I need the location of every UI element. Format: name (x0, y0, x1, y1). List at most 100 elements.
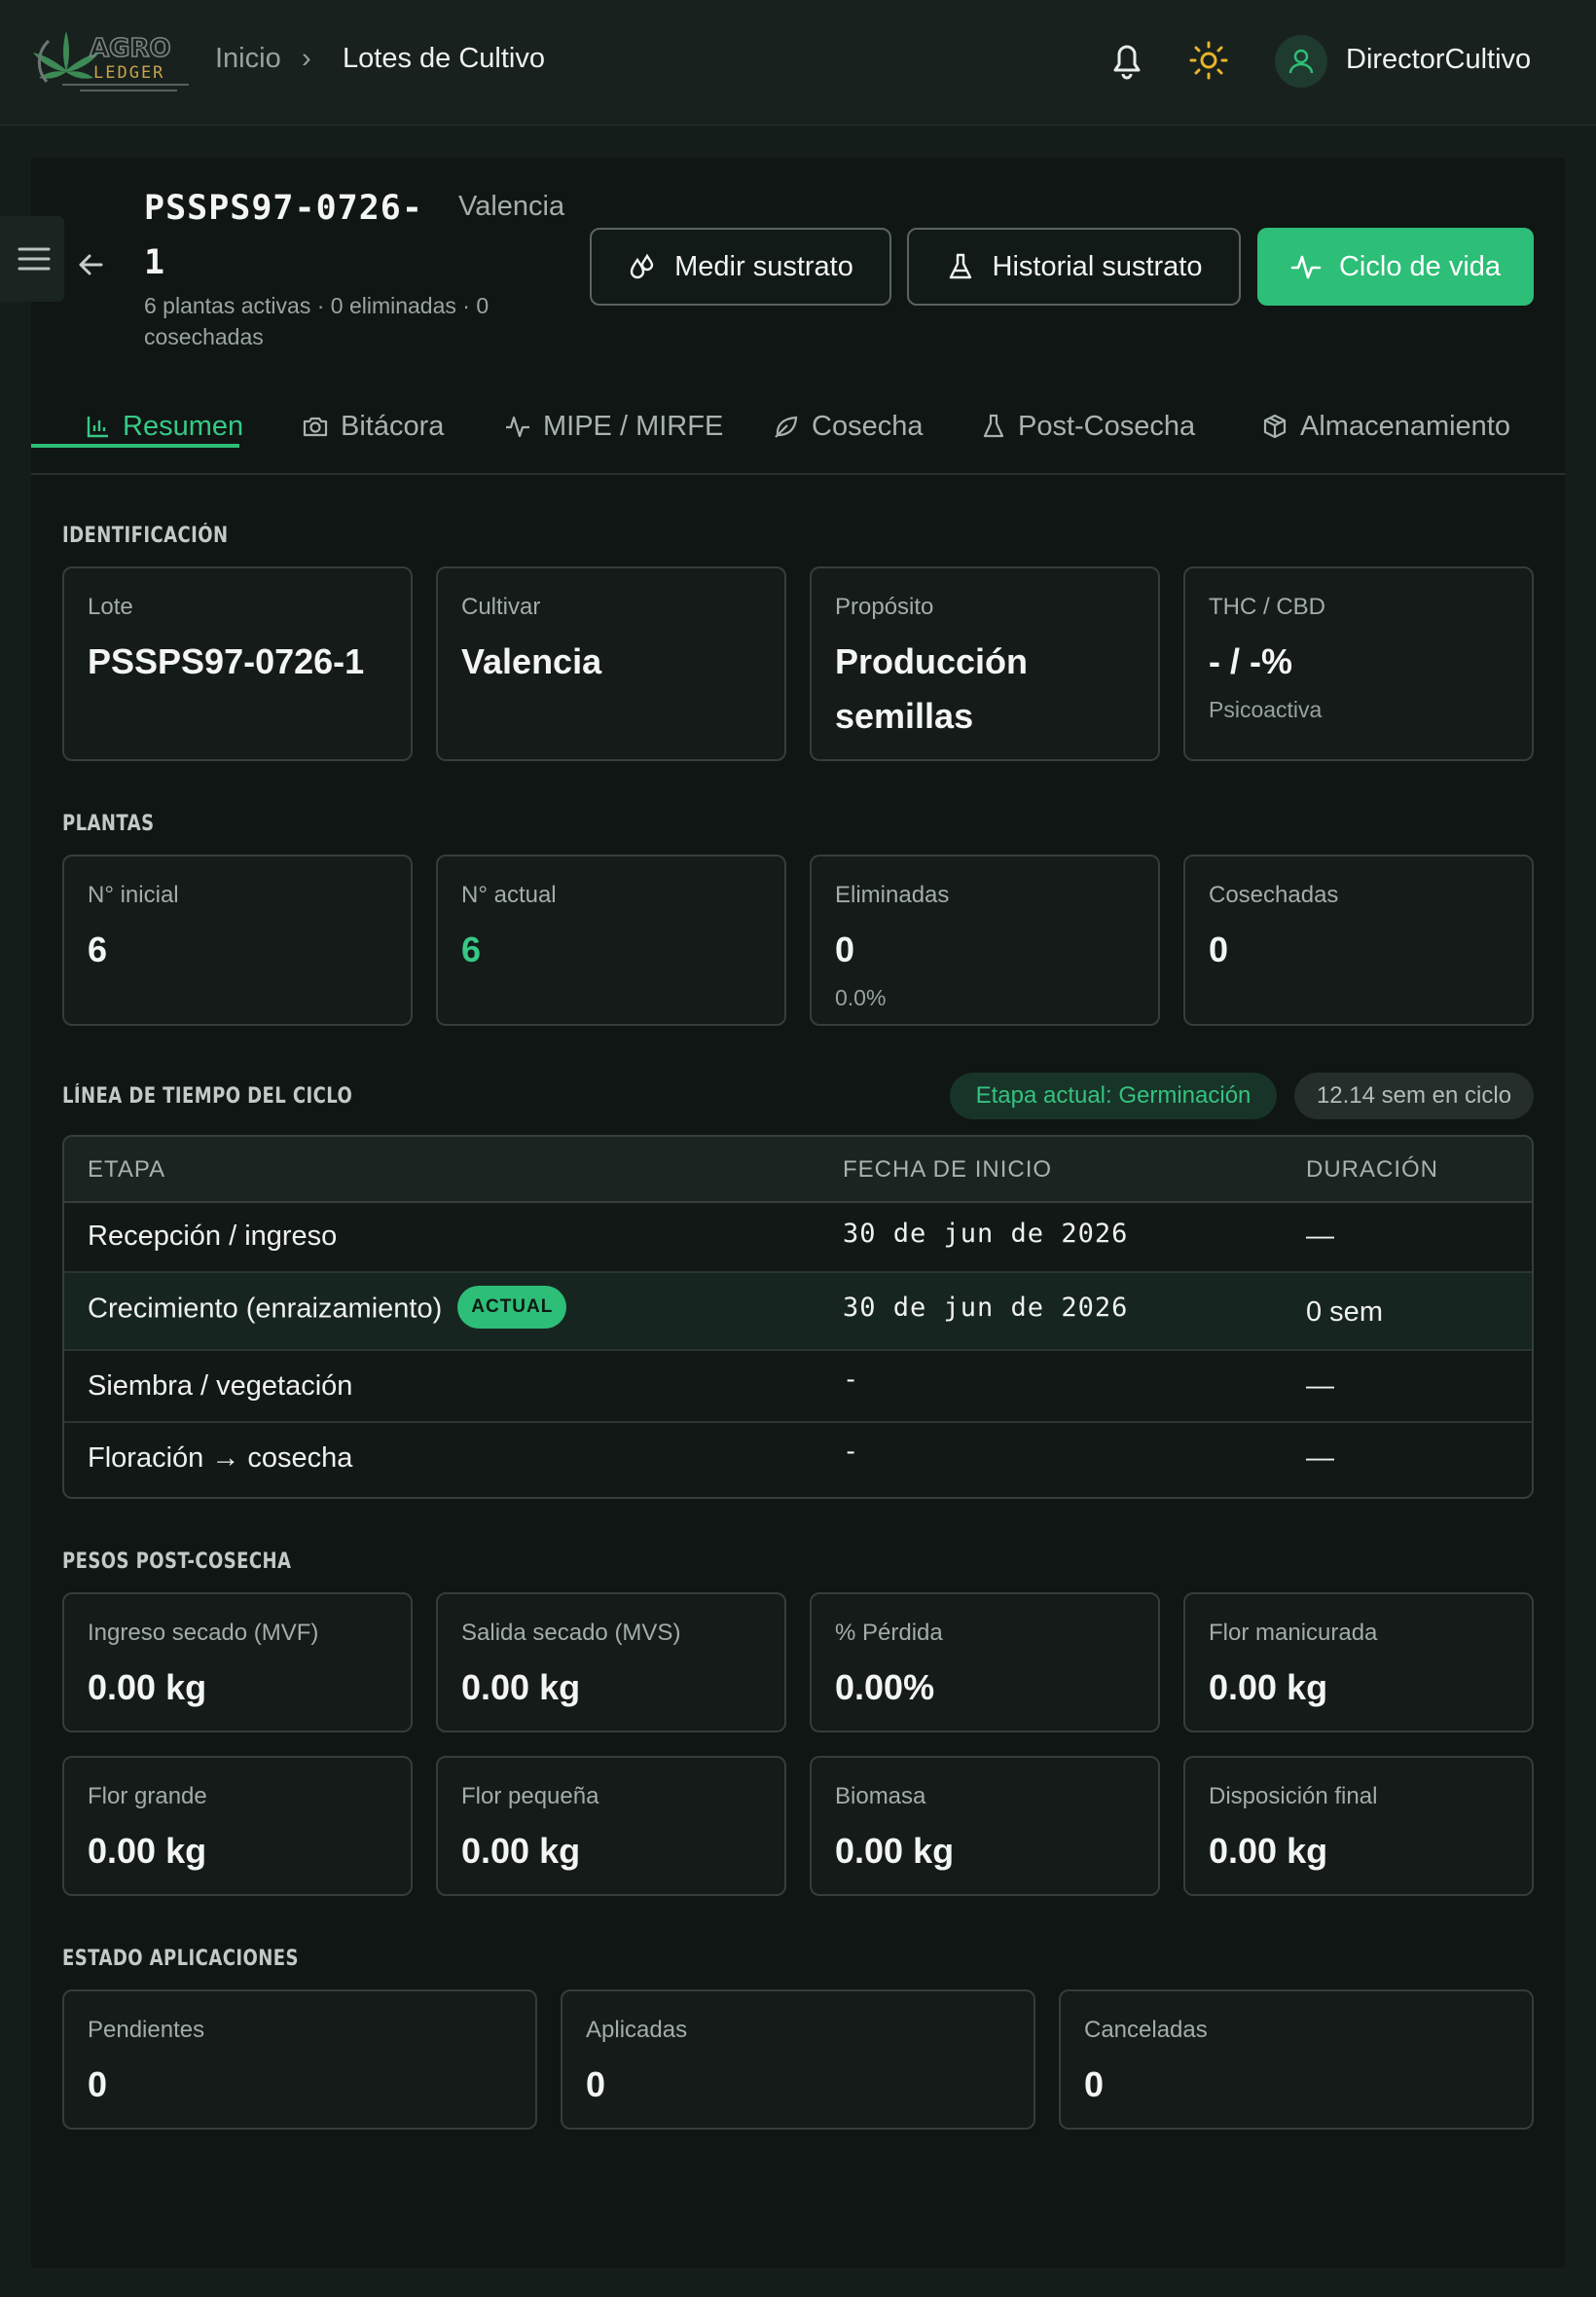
table-row: Floración → cosecha - — (64, 1423, 1532, 1497)
tab-post-cosecha-label: Post-Cosecha (1018, 410, 1196, 442)
stage-duration: 0 sem (1306, 1296, 1383, 1328)
drying-input-value: 0.00 kg (88, 1667, 207, 1707)
stage-name: Floración → cosecha (88, 1442, 353, 1474)
column-header-stage: ETAPA (88, 1156, 166, 1183)
stage-start-date: 30 de jun de 2026 (843, 1219, 1129, 1249)
drying-input-label: Ingreso secado (MVF) (88, 1620, 319, 1646)
small-flower-value: 0.00 kg (461, 1831, 581, 1871)
substrate-history-label: Historial sustrato (992, 250, 1203, 282)
purpose-card-label: Propósito (835, 594, 934, 620)
user-name[interactable]: DirectorCultivo (1346, 44, 1531, 76)
lifecycle-label: Ciclo de vida (1338, 250, 1502, 282)
thc-cbd-card-label: THC / CBD (1209, 594, 1325, 620)
sidebar-toggle[interactable] (0, 216, 64, 302)
tab-almacenamiento-label: Almacenamiento (1300, 410, 1510, 442)
purpose-card: Propósito Producción semillas (810, 566, 1160, 761)
stage-name: Recepción / ingreso (88, 1221, 338, 1252)
drying-input-card: Ingreso secado (MVF) 0.00 kg (62, 1592, 413, 1732)
lot-cultivar: Valencia (458, 191, 565, 222)
user-avatar[interactable] (1275, 35, 1327, 88)
lot-plant-summary: 6 plantas activas · 0 eliminadas · 0 cos… (144, 293, 490, 349)
tab-mipe-mirfe[interactable]: MIPE / MIRFE (504, 391, 723, 461)
drying-output-card: Salida secado (MVS) 0.00 kg (436, 1592, 786, 1732)
removed-plants-percent: 0.0% (835, 985, 887, 1010)
pending-applications-value: 0 (88, 2064, 108, 2104)
final-disposal-label: Disposición final (1209, 1783, 1378, 1809)
top-bar: AGRO LEDGER Inicio › Lotes de Cultivo Di… (0, 0, 1596, 126)
stage-start-date: - (843, 1437, 860, 1467)
biomass-card: Biomasa 0.00 kg (810, 1756, 1160, 1896)
breadcrumb-current: Lotes de Cultivo (343, 43, 545, 74)
removed-plants-value: 0 (835, 930, 855, 969)
table-row: Recepción / ingreso 30 de jun de 2026 — (64, 1201, 1532, 1273)
theme-toggle-sun-icon[interactable] (1189, 39, 1228, 82)
substrate-history-button[interactable]: Historial sustrato (907, 228, 1241, 306)
pending-applications-card: Pendientes 0 (62, 1989, 537, 2130)
thc-cbd-card-sub: Psicoactiva (1209, 697, 1323, 722)
lot-card-value: PSSPS97-0726-1 (88, 641, 365, 681)
removed-plants-label: Eliminadas (835, 882, 950, 908)
tab-bitacora-label: Bitácora (341, 410, 445, 442)
applied-applications-card: Aplicadas 0 (561, 1989, 1035, 2130)
hamburger-menu-icon (18, 247, 51, 271)
small-flower-label: Flor pequeña (461, 1783, 599, 1809)
flask-icon (983, 414, 1004, 438)
camera-icon (303, 417, 328, 437)
current-plants-value: 6 (461, 930, 482, 969)
breadcrumb-home-link[interactable]: Inicio (215, 43, 281, 75)
arrow-left-icon (79, 254, 103, 275)
stage-start-date: - (843, 1365, 860, 1395)
large-flower-label: Flor grande (88, 1783, 207, 1809)
stage-start-date: 30 de jun de 2026 (843, 1293, 1129, 1323)
tab-mipe-label: MIPE / MIRFE (543, 410, 724, 442)
cancelled-applications-card: Canceladas 0 (1059, 1989, 1534, 2130)
lifecycle-button[interactable]: Ciclo de vida (1257, 228, 1534, 306)
agro-ledger-logo[interactable]: AGRO LEDGER (29, 21, 197, 101)
trimmed-flower-value: 0.00 kg (1209, 1667, 1328, 1707)
tab-almacenamiento[interactable]: Almacenamiento (1261, 391, 1510, 461)
initial-plants-card: N° inicial 6 (62, 855, 413, 1026)
cultivar-card-label: Cultivar (461, 594, 541, 620)
loss-percent-card: % Pérdida 0.00% (810, 1592, 1160, 1732)
droplets-icon (630, 253, 654, 279)
measure-substrate-label: Medir sustrato (674, 250, 853, 282)
cancelled-applications-label: Canceladas (1084, 2017, 1208, 2043)
current-stage-badge: Etapa actual: Germinación (950, 1073, 1277, 1119)
applied-applications-value: 0 (586, 2064, 606, 2104)
current-stage-tag: ACTUAL (457, 1286, 567, 1329)
plants-section-title: PLANTAS (62, 812, 155, 836)
table-row-current: Crecimiento (enraizamiento) ACTUAL 30 de … (64, 1273, 1532, 1351)
table-header: ETAPA FECHA DE INICIO DURACIÓN (64, 1137, 1532, 1203)
stage-name-cell: Crecimiento (enraizamiento) ACTUAL (88, 1286, 567, 1331)
package-icon (1263, 414, 1287, 439)
loss-percent-label: % Pérdida (835, 1620, 943, 1646)
harvested-plants-label: Cosechadas (1209, 882, 1339, 908)
cycle-timeline-table: ETAPA FECHA DE INICIO DURACIÓN Recepción… (62, 1135, 1534, 1499)
initial-plants-label: N° inicial (88, 882, 179, 908)
weeks-in-cycle-badge: 12.14 sem en ciclo (1294, 1073, 1534, 1119)
purpose-card-value: Producción semillas (835, 641, 1029, 736)
cultivar-card-value: Valencia (461, 641, 602, 681)
leaf-icon (775, 416, 798, 438)
notifications-bell-icon[interactable] (1107, 39, 1146, 82)
tab-resumen-label: Resumen (123, 410, 244, 442)
identification-section-title: IDENTIFICACIÓN (62, 524, 229, 548)
harvested-plants-value: 0 (1209, 930, 1229, 969)
tab-bitacora[interactable]: Bitácora (302, 391, 444, 461)
removed-plants-card: Eliminadas 0 0.0% (810, 855, 1160, 1026)
measure-substrate-button[interactable]: Medir sustrato (590, 228, 891, 306)
thc-cbd-card-value: - / -% (1209, 641, 1292, 681)
pending-applications-label: Pendientes (88, 2017, 205, 2043)
back-button[interactable] (74, 247, 109, 287)
stage-duration: — (1306, 1442, 1334, 1474)
trimmed-flower-card: Flor manicurada 0.00 kg (1183, 1592, 1534, 1732)
stage-name: Siembra / vegetación (88, 1370, 353, 1402)
tab-post-cosecha[interactable]: Post-Cosecha (981, 391, 1195, 461)
weights-section-title: PESOS POST-COSECHA (62, 1550, 292, 1574)
thc-cbd-card: THC / CBD - / -% Psicoactiva (1183, 566, 1534, 761)
tab-cosecha[interactable]: Cosecha (773, 391, 923, 461)
flask-icon (949, 253, 971, 279)
applications-section-title: ESTADO APLICACIONES (62, 1947, 299, 1971)
tab-resumen[interactable]: Resumen (86, 391, 243, 461)
applied-applications-label: Aplicadas (586, 2017, 688, 2043)
